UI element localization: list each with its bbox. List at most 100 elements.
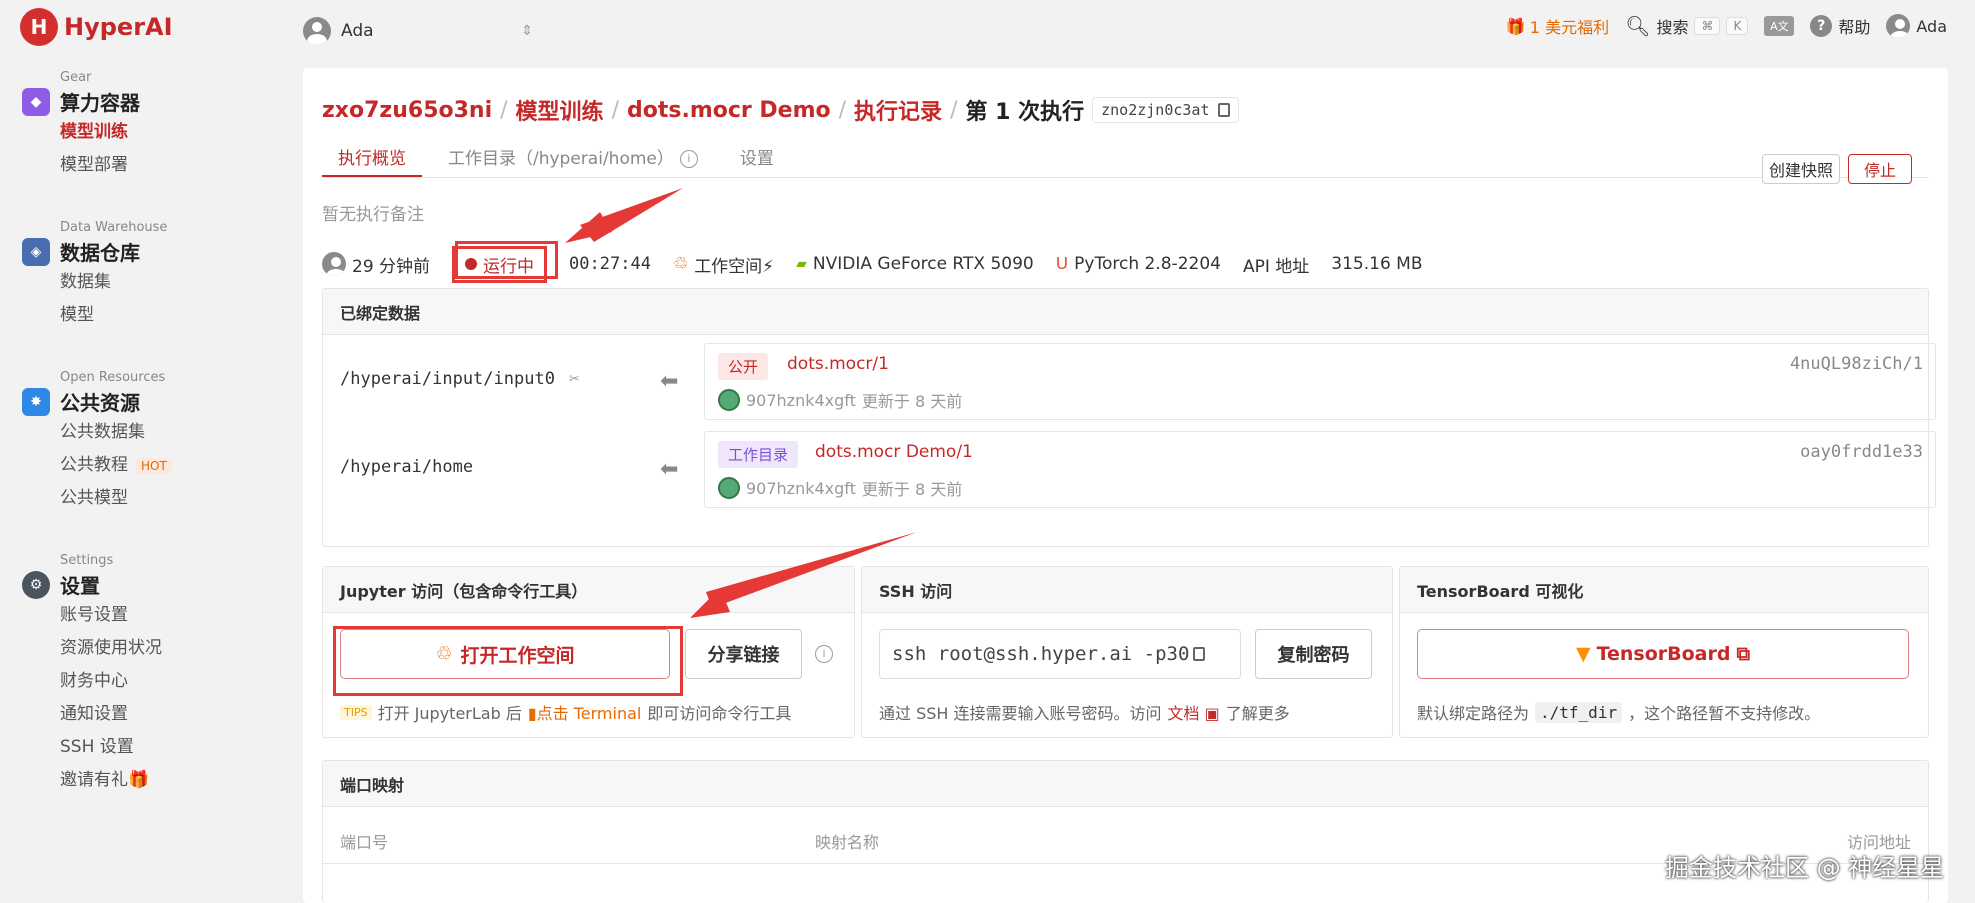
bound-workdir-card[interactable]: 工作目录 dots.mocr Demo/1 oay0frdd1e33 907hz… [704, 431, 1936, 508]
sidebar-item-ssh[interactable]: SSH 设置 [60, 731, 162, 764]
sidebar-section-gear: Gear ◆ 算力容器 模型训练 模型部署 [22, 70, 140, 182]
sidebar-item-finance[interactable]: 财务中心 [60, 665, 162, 698]
ssh-command: ssh root@ssh.hyper.ai -p30 [892, 643, 1190, 665]
section-title[interactable]: 算力容器 [60, 87, 140, 116]
bound-data-panel: 已绑定数据 /hyperai/input/input0 ✂ ⬅ 公开 dots.m… [322, 288, 1936, 547]
gear-icon: ⚙ [22, 570, 50, 599]
promo-link[interactable]: 🎁 1 美元福利 [1506, 14, 1609, 38]
sidebar-item-model-deploy[interactable]: 模型部署 [60, 149, 140, 182]
copy-icon [1217, 103, 1230, 117]
framework-info: ᑌ PyTorch 2.8-2204 [1056, 254, 1221, 274]
sidebar-item-public-datasets[interactable]: 公共数据集 [60, 416, 172, 449]
docs-link[interactable]: 文档 ▣ [1168, 700, 1220, 724]
sidebar-item-notifications[interactable]: 通知设置 [60, 698, 162, 731]
workdir-name[interactable]: dots.mocr Demo/1 [815, 442, 973, 462]
time-ago: 29 分钟前 [352, 256, 431, 277]
section-subtitle: Gear [60, 70, 92, 85]
sidebar-item-datasets[interactable]: 数据集 [60, 266, 167, 299]
tensorboard-title: TensorBoard 可视化 [1400, 567, 1928, 613]
user-avatar-icon [303, 17, 331, 45]
help-button[interactable]: ? 帮助 [1810, 14, 1870, 38]
section-title[interactable]: 数据仓库 [60, 237, 140, 266]
tips-text-c: 即可访问命令行工具 [647, 704, 792, 723]
sidebar-item-invite[interactable]: 邀请有礼🎁 [60, 764, 162, 797]
tab-label: 工作目录（/hyperai/home） [448, 149, 674, 169]
pytorch-icon: ᑌ [1055, 254, 1069, 274]
tab-overview[interactable]: 执行概览 [322, 140, 422, 177]
sidebar-item-model-training[interactable]: 模型训练 [60, 116, 140, 149]
sidebar-item-usage[interactable]: 资源使用状况 [60, 632, 162, 665]
jupyter-title: Jupyter 访问（包含命令行工具） [323, 567, 854, 613]
search-icon: 🔍︎ [1625, 14, 1651, 38]
section-title[interactable]: 公共资源 [60, 387, 140, 416]
copy-password-button[interactable]: 复制密码 [1255, 629, 1372, 679]
workspace-label: 工作空间⚡ [694, 256, 775, 277]
tab-workdir[interactable]: 工作目录（/hyperai/home） i [432, 140, 714, 177]
ssh-desc: 通过 SSH 连接需要输入账号密码。访问 文档 ▣ 了解更多 [879, 700, 1290, 724]
sidebar-item-label: 公共教程 [60, 455, 128, 475]
user-switcher-name: Ada [341, 21, 374, 41]
snapshot-button[interactable]: 创建快照 [1762, 154, 1840, 184]
help-icon: ? [1810, 15, 1833, 37]
copy-icon[interactable] [1193, 647, 1206, 661]
nvidia-icon: ▰ [796, 256, 807, 272]
kbd-k: K [1726, 17, 1749, 35]
owner-avatar-icon [718, 389, 740, 411]
sidebar-item-account[interactable]: 账号设置 [60, 599, 162, 632]
terminal-link[interactable]: ▮点击 Terminal [528, 700, 642, 724]
sidebar-item-public-tutorials[interactable]: 公共教程 HOT [60, 449, 172, 482]
workspace-type: ♲ 工作空间⚡ [673, 252, 774, 277]
sidebar-section-data: Data Warehouse ◈ 数据仓库 数据集 模型 [22, 220, 167, 332]
terminal-icon: ▮ [527, 704, 537, 723]
sidebar-item-models[interactable]: 模型 [60, 299, 167, 332]
owner-name: 907hznk4xgft [746, 390, 856, 410]
ports-col-name: 映射名称 [815, 833, 880, 852]
section-subtitle: Data Warehouse [60, 220, 168, 235]
section-title[interactable]: 设置 [60, 570, 100, 599]
breadcrumb-user[interactable]: zxo7zu65o3ni [322, 98, 492, 123]
bound-dataset-card[interactable]: 公开 dots.mocr/1 4nuQL98ziCh/1 907hznk4xgf… [704, 343, 1936, 420]
ports-col-port: 端口号 [340, 833, 389, 852]
breadcrumb-sep: / [838, 97, 847, 123]
tensorboard-button[interactable]: ▼ TensorBoard ⧉ [1417, 629, 1909, 679]
breadcrumb-model-training[interactable]: 模型训练 [516, 94, 604, 126]
account-menu[interactable]: Ada [1886, 14, 1947, 38]
breadcrumb-sep: / [611, 97, 619, 123]
unlink-icon[interactable]: ✂ [569, 369, 579, 389]
ssh-desc-b: 了解更多 [1225, 704, 1290, 723]
gpu-info: ▰ NVIDIA GeForce RTX 5090 [796, 254, 1034, 274]
ports-title: 端口映射 [323, 761, 1928, 807]
sidebar-section-public: Open Resources ✸ 公共资源 公共数据集 公共教程 HOT 公共模型 [22, 370, 172, 515]
jupyter-icon: ♲ [672, 254, 689, 274]
tips-tag: TIPS [340, 704, 372, 720]
jupyter-tips: TIPS 打开 JupyterLab 后 ▮点击 Terminal 即可访问命令… [340, 700, 791, 724]
share-link-button[interactable]: 分享链接 [685, 629, 802, 679]
ssh-command-field[interactable]: ssh root@ssh.hyper.ai -p30 [879, 629, 1241, 679]
breadcrumb-project[interactable]: dots.mocr Demo [627, 98, 831, 123]
breadcrumb-sep: / [500, 97, 508, 123]
run-id-tag[interactable]: zno2zjn0c3at [1092, 97, 1239, 123]
gift-icon: 🎁 [1505, 16, 1526, 36]
breadcrumb-runs[interactable]: 执行记录 [854, 94, 942, 126]
run-note[interactable]: 暂无执行备注 [322, 200, 424, 225]
run-id: zno2zjn0c3at [1101, 101, 1210, 119]
top-bar: H HyperAI Ada ⇕ 🎁 1 美元福利 🔍︎ 搜索 ⌘ K A文 ? 帮… [0, 0, 1975, 60]
ssh-panel: SSH 访问 ssh root@ssh.hyper.ai -p30 复制密码 通… [861, 566, 1393, 738]
elapsed-time: 00:27:44 [569, 254, 651, 274]
sidebar-item-public-models[interactable]: 公共模型 [60, 482, 172, 515]
search-button[interactable]: 🔍︎ 搜索 ⌘ K [1625, 14, 1749, 38]
language-icon[interactable]: A文 [1764, 16, 1795, 36]
info-icon[interactable]: i [815, 645, 833, 663]
logo[interactable]: H HyperAI [20, 8, 173, 46]
api-address[interactable]: API 地址 [1243, 252, 1309, 277]
user-switcher[interactable]: Ada ⇕ [303, 16, 533, 46]
dataset-name[interactable]: dots.mocr/1 [787, 354, 889, 374]
cube-icon: ◆ [22, 87, 50, 116]
watermark: 掘金技术社区 @ 神经星星 [1665, 854, 1945, 882]
tab-settings[interactable]: 设置 [724, 140, 790, 177]
updated-time: 更新于 8 天前 [861, 480, 963, 499]
help-label: 帮助 [1838, 18, 1871, 37]
external-link-icon: ⧉ [1736, 643, 1751, 665]
account-avatar-icon [1886, 14, 1911, 38]
stop-button[interactable]: 停止 [1848, 154, 1912, 184]
